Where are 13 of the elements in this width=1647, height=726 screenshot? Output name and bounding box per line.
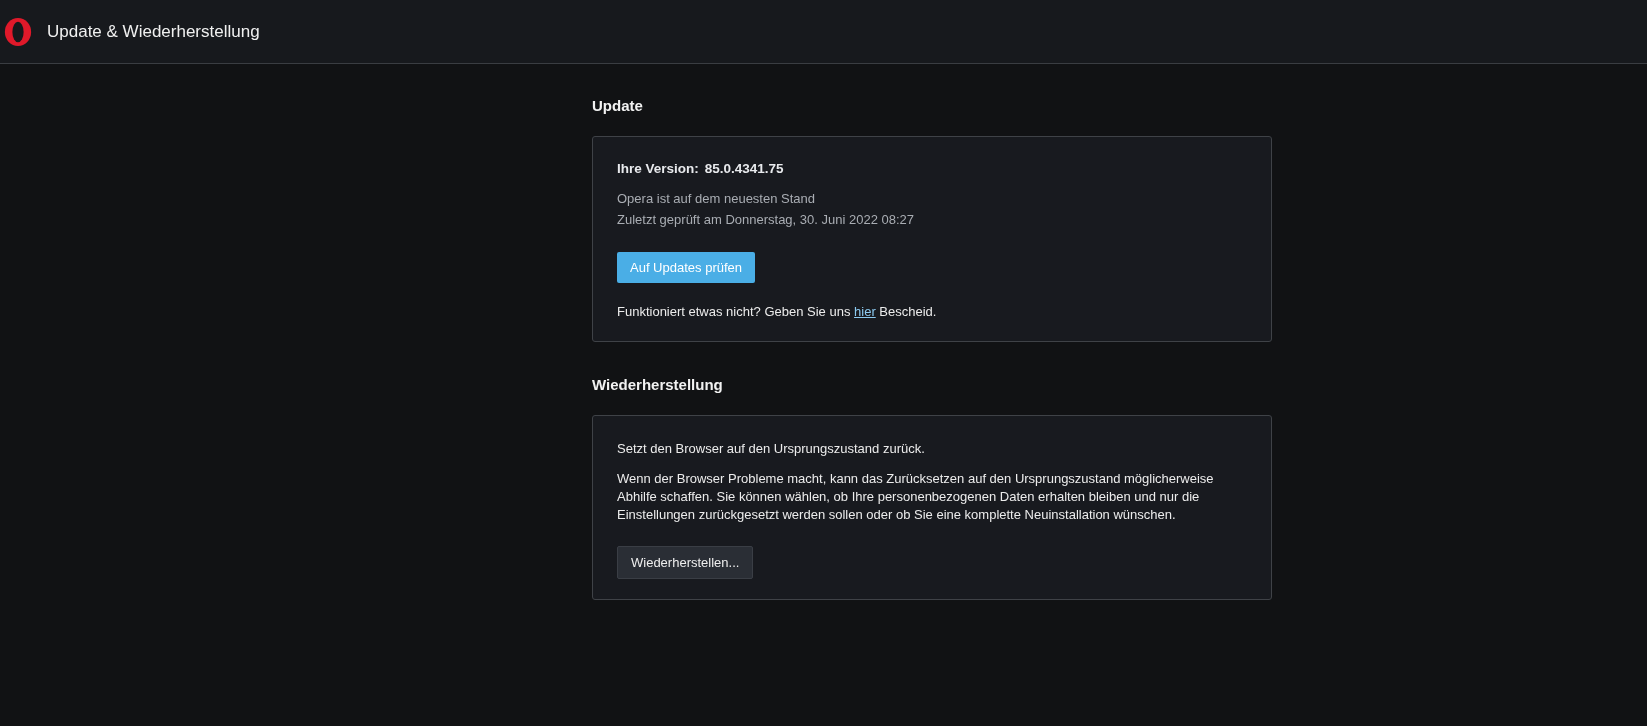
section-heading: Update	[592, 97, 644, 114]
feedback-link[interactable]: hier	[854, 304, 876, 319]
feedback-text: Funktioniert etwas nicht? Geben Sie uns hier Bescheid.	[617, 303, 938, 321]
section-heading: Wiederherstellung	[592, 376, 724, 393]
opera-logo-icon	[3, 16, 33, 47]
version-label: Ihre Version:	[617, 161, 699, 176]
page-title: Update & Wiederherstellung	[47, 21, 260, 42]
version-number: 85.0.4341.75	[704, 161, 784, 176]
restore-description: Wenn der Browser Probleme macht, kann das Zurücksetzen auf den Ursprungszustand möglicherweise Abhilfe schaffen. Sie können wählen, ob Ihre personenbezogenen Daten erhalten bleiben und nur die Einstellungen zurückgesetzt werden sollen oder ob Sie eine komplette Neuinstallation wünschen.	[617, 470, 1215, 524]
restore-summary: Setzt den Browser auf den Ursprungszustand zurück.	[617, 440, 926, 458]
status-text: Opera ist auf dem neuesten Stand	[617, 190, 816, 208]
last-checked-text: Zuletzt geprüft am Donnerstag, 30. Juni 2022 08:27	[617, 211, 916, 229]
restore-button[interactable]: Wiederherstellen...	[617, 546, 754, 579]
